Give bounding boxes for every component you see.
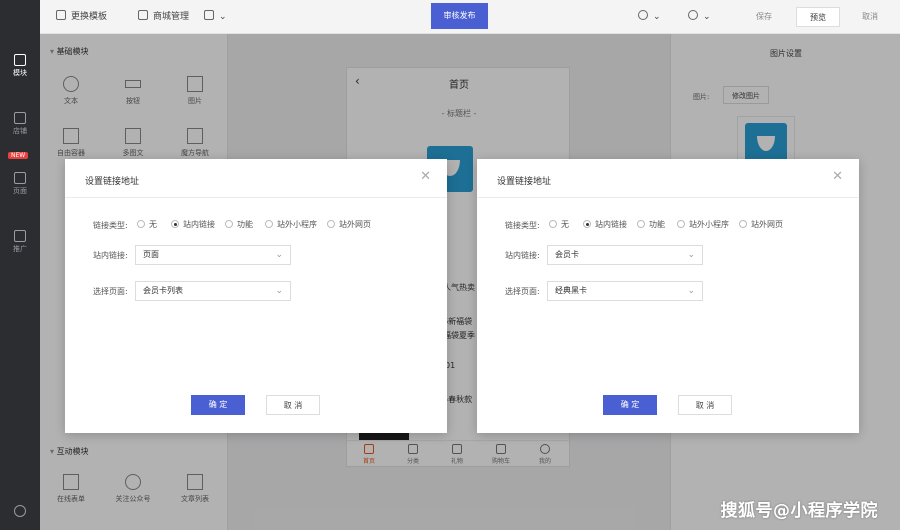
radio-icon bbox=[677, 220, 685, 228]
confirm-button[interactable]: 确 定 bbox=[191, 395, 245, 415]
link-type-label: 链接类型: bbox=[505, 221, 540, 230]
radio-icon bbox=[137, 220, 145, 228]
radio-label: 站外网页 bbox=[339, 220, 371, 229]
radio-icon bbox=[327, 220, 335, 228]
radio-label: 站外小程序 bbox=[689, 220, 729, 229]
radio-label: 站内链接 bbox=[595, 220, 627, 229]
link-dialog-left: 设置链接地址 ✕ 链接类型: 无 站内链接 功能 站外小程序 站外网页 站内链接… bbox=[65, 159, 447, 433]
dialog-title: 设置链接地址 bbox=[497, 177, 552, 187]
chevron-down-icon: ⌄ bbox=[687, 286, 695, 296]
promote-icon bbox=[14, 230, 26, 242]
radio-checked-icon bbox=[583, 220, 591, 228]
grid-icon bbox=[204, 10, 214, 20]
page-select-label: 选择页面: bbox=[505, 287, 540, 296]
radio-checked-icon bbox=[171, 220, 179, 228]
preview-button[interactable]: 预览 bbox=[796, 7, 840, 27]
radio-external-web[interactable]: 站外网页 bbox=[327, 219, 371, 230]
publish-button[interactable]: 审核发布 bbox=[431, 3, 488, 29]
link-dialog-right: 设置链接地址 ✕ 链接类型: 无 站内链接 功能 站外小程序 站外网页 站内链接… bbox=[477, 159, 859, 433]
radio-icon bbox=[225, 220, 233, 228]
radio-icon bbox=[265, 220, 273, 228]
left-rail: 模块 店铺 NEW 页面 推广 bbox=[0, 0, 40, 530]
radio-internal[interactable]: 站内链接 bbox=[171, 219, 215, 230]
radio-function[interactable]: 功能 bbox=[637, 219, 665, 230]
shield-glyph-icon bbox=[14, 505, 26, 517]
internal-link-label: 站内链接: bbox=[505, 251, 540, 260]
chevron-down-icon: ⌄ bbox=[275, 286, 283, 296]
chevron-down-icon: ⌄ bbox=[703, 12, 711, 22]
radio-label: 功能 bbox=[649, 220, 665, 229]
new-badge: NEW bbox=[8, 152, 29, 159]
close-icon[interactable]: ✕ bbox=[420, 169, 431, 184]
rail-item-label: 推广 bbox=[13, 245, 27, 253]
page-icon bbox=[14, 172, 26, 184]
dialog-title: 设置链接地址 bbox=[85, 177, 140, 187]
page-select[interactable]: 经典黑卡 ⌄ bbox=[547, 281, 703, 301]
radio-function[interactable]: 功能 bbox=[225, 219, 253, 230]
user-icon bbox=[688, 10, 698, 20]
skin-button[interactable]: 更换模板 bbox=[56, 0, 107, 34]
store-icon bbox=[14, 112, 26, 124]
module-icon bbox=[14, 54, 26, 66]
rail-item-page[interactable]: 页面 bbox=[0, 172, 40, 196]
rail-item-label: 页面 bbox=[13, 187, 27, 195]
radio-external-web[interactable]: 站外网页 bbox=[739, 219, 783, 230]
settings-dropdown[interactable]: ⌄ bbox=[204, 0, 227, 34]
close-icon[interactable]: ✕ bbox=[832, 169, 843, 184]
radio-label: 站内链接 bbox=[183, 220, 215, 229]
save-button[interactable]: 保存 bbox=[744, 7, 784, 27]
radio-internal[interactable]: 站内链接 bbox=[583, 219, 627, 230]
template-icon bbox=[56, 10, 66, 20]
chevron-down-icon: ⌄ bbox=[687, 250, 695, 260]
internal-link-select[interactable]: 会员卡 ⌄ bbox=[547, 245, 703, 265]
radio-none[interactable]: 无 bbox=[137, 219, 157, 230]
headset-icon bbox=[638, 10, 648, 20]
chart-icon bbox=[138, 10, 148, 20]
chevron-down-icon: ⌄ bbox=[275, 250, 283, 260]
chevron-down-icon: ⌄ bbox=[219, 12, 227, 22]
top-bar: 更换模板 商城管理 ⌄ 审核发布 ⌄ ⌄ 保存 预览 取消 bbox=[40, 0, 900, 34]
rail-item-label: 店铺 bbox=[13, 127, 27, 135]
radio-icon bbox=[637, 220, 645, 228]
radio-external-miniapp[interactable]: 站外小程序 bbox=[265, 219, 317, 230]
radio-external-miniapp[interactable]: 站外小程序 bbox=[677, 219, 729, 230]
rail-item-store[interactable]: 店铺 bbox=[0, 112, 40, 136]
rail-item-module[interactable]: 模块 bbox=[0, 54, 40, 78]
skin-label: 更换模板 bbox=[71, 12, 108, 22]
cancel-button[interactable]: 取 消 bbox=[678, 395, 732, 415]
internal-link-label: 站内链接: bbox=[93, 251, 128, 260]
link-type-label: 链接类型: bbox=[93, 221, 128, 230]
radio-label: 无 bbox=[149, 220, 157, 229]
rail-item-label: 模块 bbox=[13, 69, 27, 77]
rail-item-promote[interactable]: 推广 bbox=[0, 230, 40, 254]
select-value: 页面 bbox=[143, 250, 159, 259]
radio-icon bbox=[549, 220, 557, 228]
radio-label: 站外小程序 bbox=[277, 220, 317, 229]
page-select-label: 选择页面: bbox=[93, 287, 128, 296]
shield-icon[interactable] bbox=[0, 505, 40, 519]
divider bbox=[65, 197, 447, 198]
internal-link-select[interactable]: 页面 ⌄ bbox=[135, 245, 291, 265]
select-value: 会员卡列表 bbox=[143, 286, 183, 295]
select-value: 经典黑卡 bbox=[555, 286, 587, 295]
divider bbox=[477, 197, 859, 198]
radio-label: 站外网页 bbox=[751, 220, 783, 229]
radio-label: 功能 bbox=[237, 220, 253, 229]
select-value: 会员卡 bbox=[555, 250, 579, 259]
radio-icon bbox=[739, 220, 747, 228]
mall-button[interactable]: 商城管理 bbox=[138, 0, 189, 34]
cancel-button[interactable]: 取 消 bbox=[266, 395, 320, 415]
radio-label: 无 bbox=[561, 220, 569, 229]
service-dropdown[interactable]: ⌄ bbox=[638, 0, 661, 34]
chevron-down-icon: ⌄ bbox=[653, 12, 661, 22]
user-dropdown[interactable]: ⌄ bbox=[688, 0, 711, 34]
mall-label: 商城管理 bbox=[153, 12, 190, 22]
page-select[interactable]: 会员卡列表 ⌄ bbox=[135, 281, 291, 301]
watermark: 搜狐号@小程序学院 bbox=[720, 501, 878, 521]
confirm-button[interactable]: 确 定 bbox=[603, 395, 657, 415]
radio-none[interactable]: 无 bbox=[549, 219, 569, 230]
cancel-top-button[interactable]: 取消 bbox=[850, 7, 890, 27]
